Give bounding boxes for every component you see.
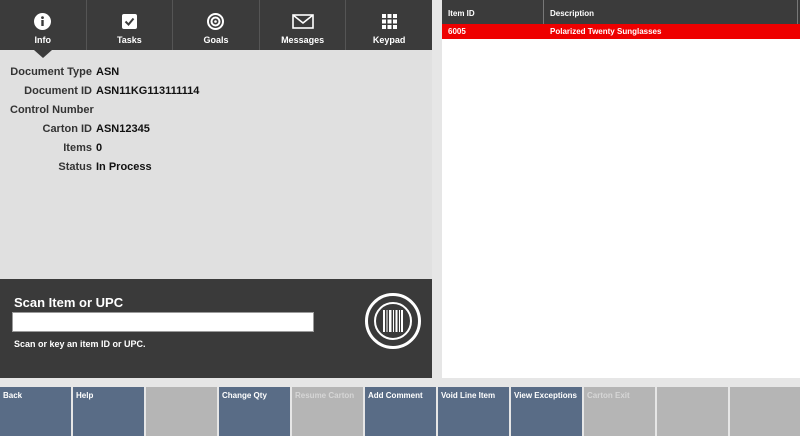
scan-title: Scan Item or UPC: [14, 295, 124, 310]
change-qty-button[interactable]: Change Qty: [219, 387, 290, 436]
scan-hint: Scan or key an item ID or UPC.: [14, 339, 146, 349]
back-button[interactable]: Back: [0, 387, 71, 436]
tab-goals[interactable]: Goals: [173, 0, 260, 50]
tab-keypad-label: Keypad: [372, 35, 406, 45]
item-list-panel: Item ID Description 6005 Polarized Twent…: [442, 0, 800, 378]
scan-panel: Scan Item or UPC Scan or key an item ID …: [0, 279, 432, 378]
cell-item-id: 6005: [448, 27, 466, 36]
tab-goals-label: Goals: [203, 35, 229, 45]
target-icon: [207, 11, 225, 31]
info-icon: [34, 11, 52, 31]
tab-info[interactable]: Info: [0, 0, 87, 58]
tab-tasks-label: Tasks: [116, 35, 142, 45]
detail-status: Status In Process: [58, 160, 152, 173]
empty-action-button: [657, 387, 728, 436]
tab-bar: Info Tasks Goals Messages Keypad: [0, 0, 432, 58]
detail-carton-id: Carton ID ASN12345: [42, 122, 150, 135]
scan-input[interactable]: [12, 312, 314, 332]
info-panel: Info Tasks Goals Messages Keypad Documen…: [0, 0, 432, 378]
column-header-description[interactable]: Description: [544, 0, 798, 24]
scan-barcode-button[interactable]: [365, 293, 421, 349]
cell-description: Polarized Twenty Sunglasses: [550, 27, 662, 36]
carton-exit-button: Carton Exit: [584, 387, 655, 436]
view-exceptions-button[interactable]: View Exceptions: [511, 387, 582, 436]
detail-control-number: Control Number: [10, 103, 94, 116]
empty-action-button: [146, 387, 217, 436]
resume-carton-button: Resume Carton: [292, 387, 363, 436]
table-header: Item ID Description: [442, 0, 800, 24]
keypad-icon: [381, 11, 397, 31]
action-bar: Back Help Change Qty Resume Carton Add C…: [0, 387, 800, 436]
add-comment-button[interactable]: Add Comment: [365, 387, 436, 436]
help-button[interactable]: Help: [73, 387, 144, 436]
column-header-item-id[interactable]: Item ID: [442, 0, 544, 24]
checkbox-icon: [121, 11, 137, 31]
tab-tasks[interactable]: Tasks: [87, 0, 174, 50]
envelope-icon: [291, 11, 314, 31]
table-row[interactable]: 6005 Polarized Twenty Sunglasses: [442, 24, 800, 39]
tab-info-label: Info: [34, 35, 52, 45]
detail-document-type: Document Type ASN: [10, 65, 120, 78]
tab-messages-label: Messages: [281, 35, 325, 45]
barcode-icon: [374, 302, 412, 340]
detail-items: Items 0: [63, 141, 103, 154]
document-details: Document Type ASN Document ID ASN11KG113…: [0, 62, 432, 176]
detail-document-id: Document ID ASN11KG113111114: [24, 84, 200, 97]
void-line-item-button[interactable]: Void Line Item: [438, 387, 509, 436]
tab-messages[interactable]: Messages: [260, 0, 347, 50]
empty-action-button: [730, 387, 800, 436]
tab-keypad[interactable]: Keypad: [346, 0, 432, 50]
